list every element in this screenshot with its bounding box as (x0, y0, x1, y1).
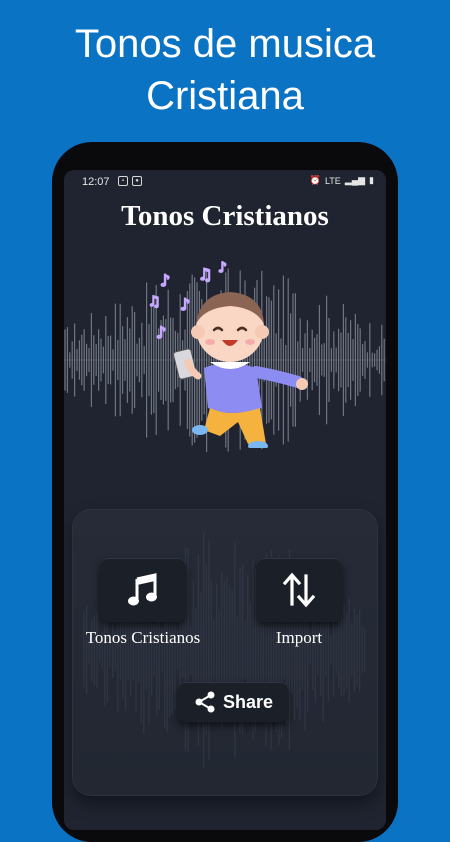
notification-icon: ▪ (118, 176, 128, 186)
music-note-icon: ♫ (148, 294, 161, 310)
app-title: Tonos Cristianos (121, 200, 329, 232)
music-note-icon: ♪ (180, 295, 190, 314)
music-note-icon: ♪ (218, 260, 227, 276)
battery-icon: ▮ (369, 175, 374, 185)
promo-headline-line1: Tonos de musica (74, 22, 376, 66)
tones-button-label: Tonos Cristianos (85, 628, 201, 647)
promo-headline: Tonos de musica Cristiana (0, 18, 450, 122)
promo-headline-line2: Cristiana (146, 74, 304, 118)
status-bar: 12:07 ▪ ● ⏰ LTE ▂▄▆ ▮ (64, 170, 386, 194)
share-button[interactable]: Share (178, 682, 288, 722)
up-down-arrows-icon (282, 572, 316, 608)
share-icon (195, 691, 215, 713)
music-note-icon: ♪ (156, 323, 166, 342)
status-time: 12:07 (82, 176, 110, 188)
app-screen: 12:07 ▪ ● ⏰ LTE ▂▄▆ ▮ Tonos Cristianos ♪… (64, 170, 386, 830)
import-button-label: Import (275, 628, 323, 647)
network-label: LTE (324, 175, 341, 186)
signal-icon: ▂▄▆ (344, 175, 366, 185)
actions-panel: Tonos Cristianos Import Share (73, 510, 377, 795)
status-icons: ⏰ LTE ▂▄▆ ▮ (310, 175, 374, 186)
music-note-icon (128, 573, 157, 606)
import-button[interactable] (256, 558, 342, 622)
panel-wave-graphic (83, 532, 366, 768)
music-note-icon: ♪ (160, 271, 170, 290)
music-note-icon: ♫ (198, 265, 212, 284)
dancing-child-illustration: ♪ ♫ ♫ ♪ ♪ ♪ (147, 259, 308, 448)
phone-frame: 12:07 ▪ ● ⏰ LTE ▂▄▆ ▮ Tonos Cristianos ♪… (52, 142, 398, 842)
tones-button[interactable] (100, 558, 186, 622)
camera-icon: ● (132, 176, 142, 186)
share-button-label: Share (222, 691, 274, 712)
alarm-icon: ⏰ (309, 175, 321, 185)
